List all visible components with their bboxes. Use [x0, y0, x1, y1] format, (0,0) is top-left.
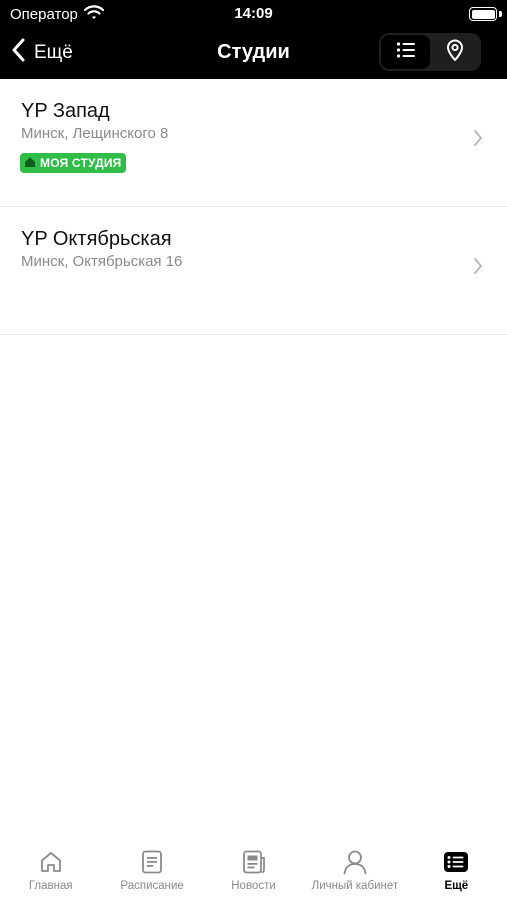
- tab-home[interactable]: Главная: [0, 840, 101, 900]
- studio-list: YP Запад Минск, Лещинского 8 МОЯ СТУДИЯ …: [0, 79, 507, 335]
- map-pin-icon: [446, 39, 464, 66]
- my-studio-badge: МОЯ СТУДИЯ: [20, 153, 127, 173]
- list-view-button[interactable]: [381, 35, 430, 69]
- more-icon: [443, 849, 469, 875]
- profile-icon: [342, 849, 368, 875]
- tab-label: Главная: [28, 880, 73, 892]
- home-icon: [38, 849, 64, 875]
- tab-label: Ещё: [444, 880, 469, 892]
- studio-name: YP Запад: [21, 100, 110, 122]
- studio-row[interactable]: YP Запад Минск, Лещинского 8 МОЯ СТУДИЯ: [0, 79, 507, 207]
- badge-label: МОЯ СТУДИЯ: [40, 156, 122, 170]
- studio-address: Минск, Лещинского 8: [21, 125, 169, 142]
- chevron-right-icon: [473, 257, 483, 280]
- map-view-button[interactable]: [430, 35, 479, 69]
- tab-profile[interactable]: Личный кабинет: [304, 840, 405, 900]
- battery-tip: [499, 11, 502, 17]
- tab-news[interactable]: Новости: [203, 840, 304, 900]
- tab-label: Личный кабинет: [311, 880, 399, 892]
- news-icon: [241, 849, 267, 875]
- battery-icon: [469, 7, 497, 21]
- studio-address: Минск, Октябрьская 16: [21, 253, 183, 270]
- tab-label: Новости: [231, 880, 276, 892]
- status-time: 14:09: [234, 5, 273, 22]
- navigation-bar: Ещё Студии: [0, 28, 507, 79]
- chevron-right-icon: [473, 129, 483, 152]
- schedule-icon: [139, 849, 165, 875]
- tab-bar: Главная Расписание Новости Личный кабине…: [0, 840, 507, 900]
- studio-name: YP Октябрьская: [21, 228, 172, 250]
- view-toggle: [379, 33, 481, 71]
- list-icon: [396, 41, 416, 64]
- home-icon: [24, 156, 36, 171]
- status-bar: Оператор 14:09: [0, 0, 507, 28]
- tab-more[interactable]: Ещё: [406, 840, 507, 900]
- tab-schedule[interactable]: Расписание: [101, 840, 202, 900]
- studio-row[interactable]: YP Октябрьская Минск, Октябрьская 16: [0, 207, 507, 335]
- tab-label: Расписание: [120, 880, 184, 892]
